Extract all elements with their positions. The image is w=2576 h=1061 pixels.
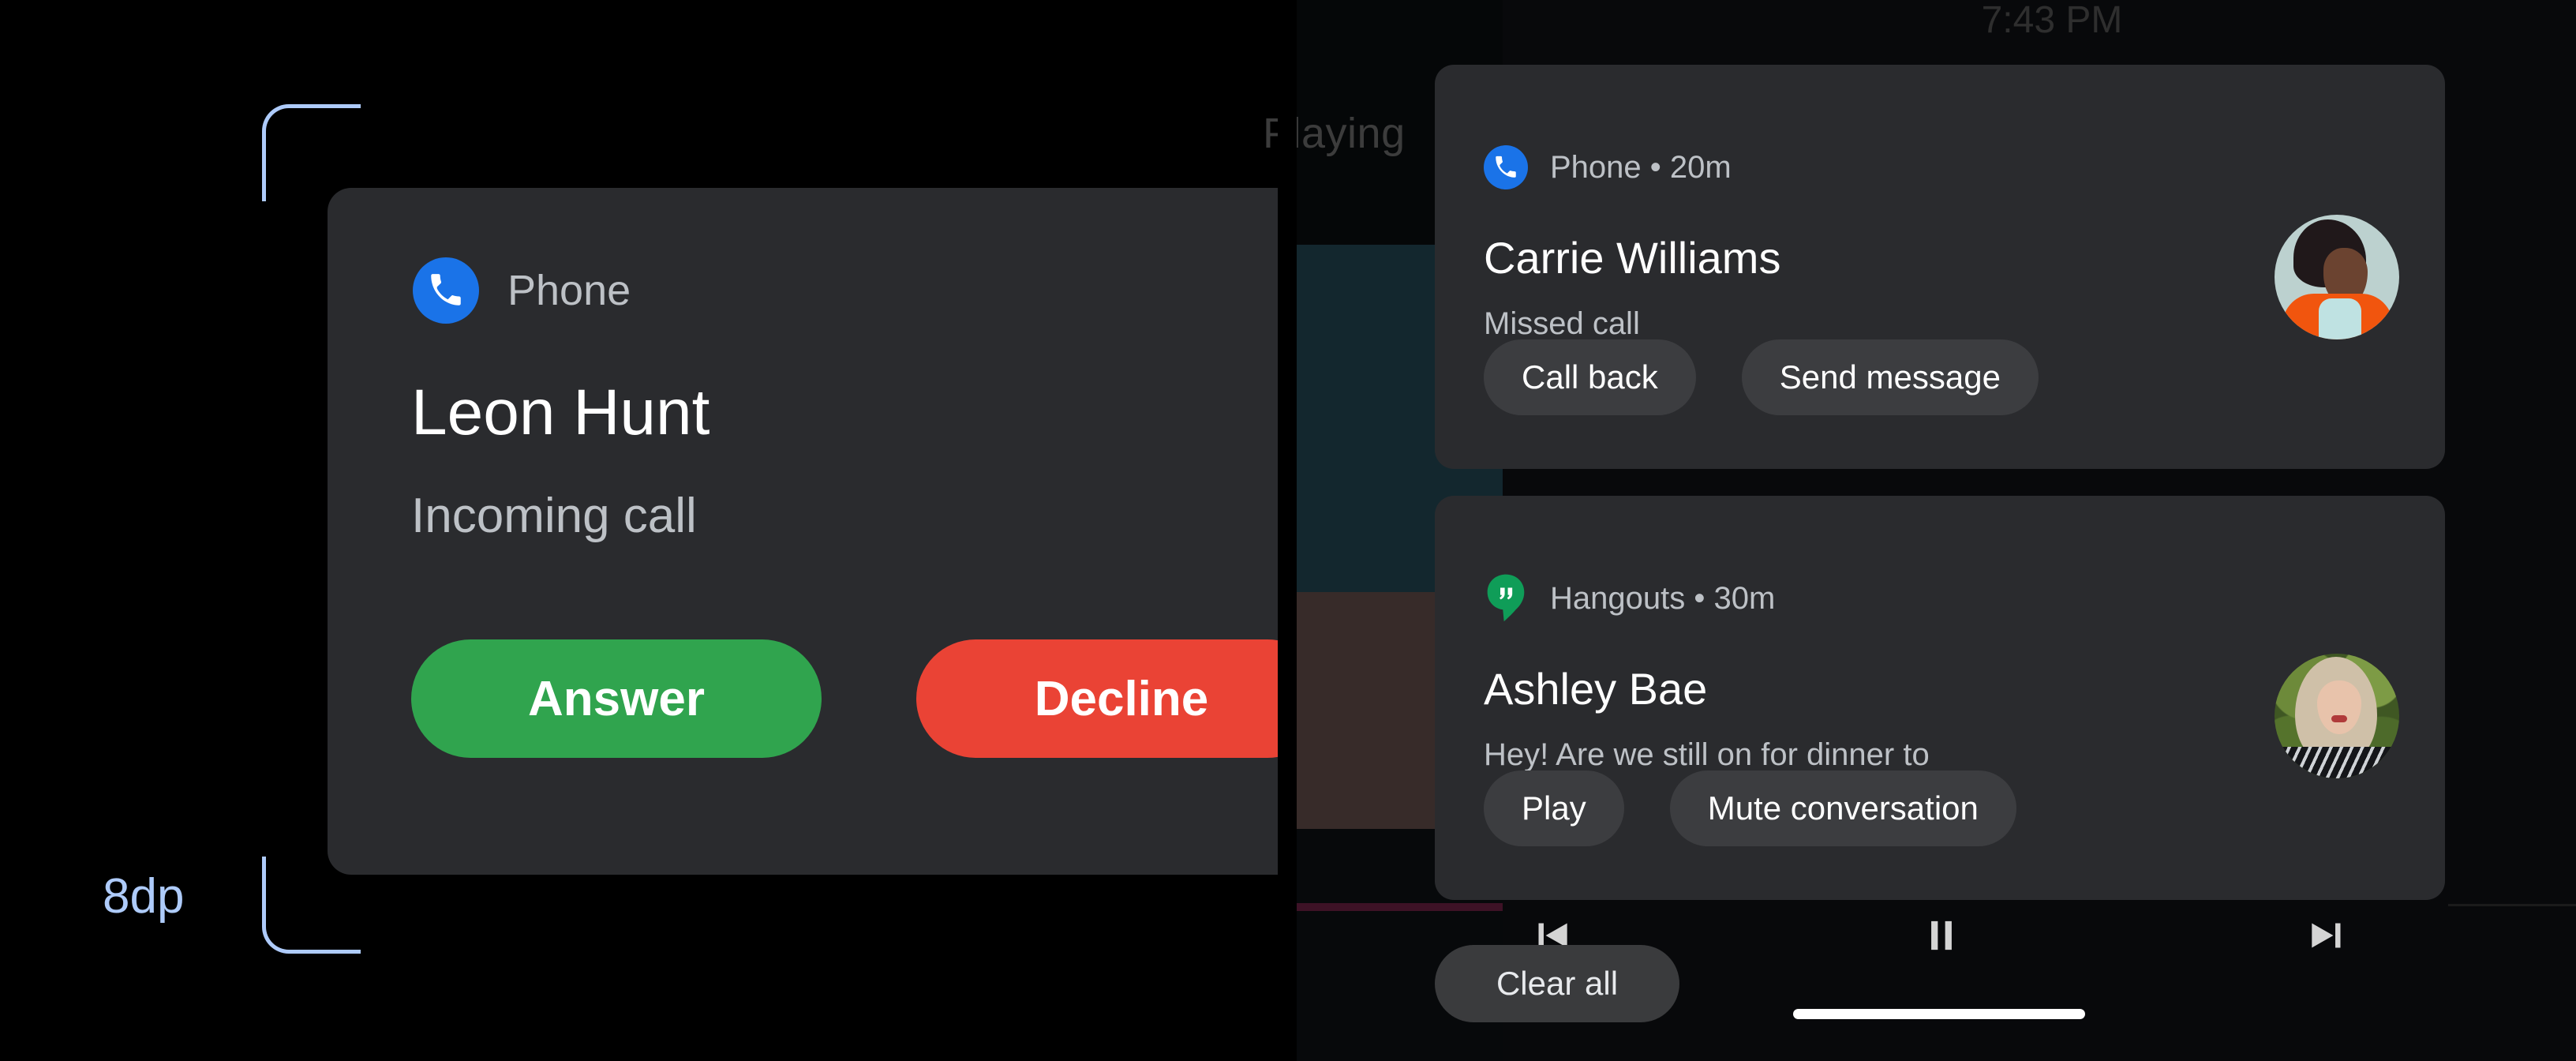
decline-button[interactable]: Decline [916, 639, 1278, 758]
notification-source: Hangouts • 30m [1550, 580, 1776, 616]
call-back-label: Call back [1522, 358, 1658, 396]
avatar [2275, 215, 2399, 339]
notification-header: Hangouts • 30m [1484, 574, 1776, 622]
spec-bracket-bottom [262, 857, 361, 954]
skip-next-icon[interactable] [2293, 900, 2364, 971]
incoming-call-card[interactable]: Phone Leon Hunt Incoming call Answer Dec… [328, 188, 1278, 875]
pause-icon[interactable] [1906, 900, 1977, 971]
notification-source: Phone • 20m [1550, 149, 1732, 185]
mute-conversation-button[interactable]: Mute conversation [1669, 770, 2016, 846]
decline-label: Decline [1034, 671, 1209, 726]
hangouts-icon [1484, 574, 1528, 622]
call-back-button[interactable]: Call back [1484, 339, 1696, 415]
notification-card-missed-call[interactable]: Phone • 20m Carrie Williams Missed call … [1435, 65, 2445, 469]
notification-title: Carrie Williams [1484, 233, 1781, 283]
clear-all-button[interactable]: Clear all [1435, 945, 1679, 1022]
notification-actions: Play Mute conversation [1484, 770, 2016, 846]
screen-root: Playing 7:43 PM Clear all Phone • 20m Ca… [0, 0, 2576, 1061]
status-bar-clock: 7:43 PM [1981, 0, 2123, 41]
avatar [2275, 654, 2399, 778]
clear-all-label: Clear all [1496, 965, 1619, 1002]
notification-subtitle: Hey! Are we still on for dinner to [1484, 737, 1930, 772]
notification-header: Phone • 20m [1484, 145, 1732, 189]
play-button[interactable]: Play [1484, 770, 1624, 846]
spec-measurement-label: 8dp [103, 869, 185, 924]
call-status: Incoming call [411, 489, 697, 543]
caller-name: Leon Hunt [411, 377, 710, 448]
incoming-call-actions: Answer Decline [411, 639, 1278, 758]
incoming-call-header: Phone [413, 257, 631, 324]
spec-bracket-top [262, 104, 361, 201]
phone-icon [413, 257, 479, 324]
card-clip-mask [1278, 0, 1297, 1061]
answer-button[interactable]: Answer [411, 639, 822, 758]
send-message-label: Send message [1779, 358, 2001, 396]
answer-label: Answer [528, 671, 705, 726]
media-divider-line [2448, 904, 2576, 906]
notification-title: Ashley Bae [1484, 664, 1708, 714]
home-indicator[interactable] [1793, 1009, 2085, 1019]
mute-conversation-label: Mute conversation [1707, 789, 1979, 827]
play-label: Play [1522, 789, 1586, 827]
notification-subtitle: Missed call [1484, 306, 1640, 341]
send-message-button[interactable]: Send message [1741, 339, 2039, 415]
incoming-call-source: Phone [507, 267, 631, 314]
phone-icon [1484, 145, 1528, 189]
notification-actions: Call back Send message [1484, 339, 2039, 415]
notification-card-hangouts[interactable]: Hangouts • 30m Ashley Bae Hey! Are we st… [1435, 496, 2445, 900]
